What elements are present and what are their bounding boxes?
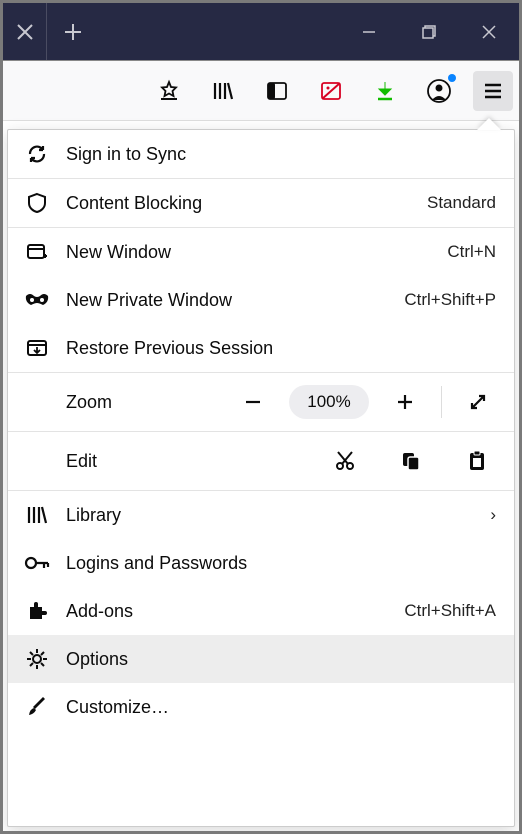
bookmark-star-button[interactable] bbox=[149, 71, 189, 111]
menu-new-window[interactable]: New Window Ctrl+N bbox=[8, 228, 514, 276]
edit-label: Edit bbox=[66, 451, 186, 472]
plus-icon bbox=[63, 22, 83, 42]
edit-controls bbox=[186, 446, 500, 476]
cut-button[interactable] bbox=[330, 446, 360, 476]
new-tab-button[interactable] bbox=[47, 3, 99, 60]
menu-zoom-row: Zoom 100% bbox=[8, 373, 514, 431]
menu-content-blocking-value: Standard bbox=[427, 193, 496, 213]
close-icon bbox=[480, 23, 498, 41]
copy-icon bbox=[400, 450, 422, 472]
menu-edit-row: Edit bbox=[8, 432, 514, 490]
menu-content-blocking-label: Content Blocking bbox=[66, 193, 427, 214]
download-arrow-icon bbox=[373, 79, 397, 103]
image-blocked-icon bbox=[319, 79, 343, 103]
menu-content-blocking[interactable]: Content Blocking Standard bbox=[8, 179, 514, 227]
copy-button[interactable] bbox=[396, 446, 426, 476]
fullscreen-icon bbox=[468, 392, 488, 412]
brush-icon bbox=[22, 695, 52, 719]
close-icon bbox=[16, 23, 34, 41]
menu-logins[interactable]: Logins and Passwords bbox=[8, 539, 514, 587]
menu-new-window-label: New Window bbox=[66, 242, 447, 263]
download-button[interactable] bbox=[365, 71, 405, 111]
key-icon bbox=[22, 554, 52, 572]
chevron-right-icon: › bbox=[490, 505, 496, 525]
clipboard-icon bbox=[466, 450, 488, 472]
menu-sync[interactable]: Sign in to Sync bbox=[8, 130, 514, 178]
account-button[interactable] bbox=[419, 71, 459, 111]
fullscreen-button[interactable] bbox=[456, 383, 500, 421]
menu-customize[interactable]: Customize… bbox=[8, 683, 514, 731]
account-icon bbox=[426, 78, 452, 104]
gear-icon bbox=[22, 647, 52, 671]
toolbar bbox=[3, 61, 519, 121]
menu-new-window-shortcut: Ctrl+N bbox=[447, 242, 496, 262]
menu-private-window-shortcut: Ctrl+Shift+P bbox=[404, 290, 496, 310]
window-controls bbox=[339, 3, 519, 60]
plus-icon bbox=[395, 392, 415, 412]
menu-addons[interactable]: Add-ons Ctrl+Shift+A bbox=[8, 587, 514, 635]
menu-private-window[interactable]: New Private Window Ctrl+Shift+P bbox=[8, 276, 514, 324]
zoom-controls: 100% bbox=[186, 383, 500, 421]
close-window-button[interactable] bbox=[459, 3, 519, 60]
restore-icon bbox=[22, 336, 52, 360]
titlebar-left bbox=[3, 3, 99, 60]
separator bbox=[441, 386, 442, 418]
library-button[interactable] bbox=[203, 71, 243, 111]
minimize-icon bbox=[361, 24, 377, 40]
notification-dot-icon bbox=[448, 74, 456, 82]
menu-customize-label: Customize… bbox=[66, 697, 496, 718]
sync-icon bbox=[22, 142, 52, 166]
hamburger-icon bbox=[482, 80, 504, 102]
menu-private-window-label: New Private Window bbox=[66, 290, 404, 311]
menu-restore-label: Restore Previous Session bbox=[66, 338, 496, 359]
paste-button[interactable] bbox=[462, 446, 492, 476]
maximize-icon bbox=[421, 24, 437, 40]
zoom-value[interactable]: 100% bbox=[289, 385, 369, 419]
minus-icon bbox=[243, 392, 263, 412]
scissors-icon bbox=[334, 450, 356, 472]
hamburger-menu-button[interactable] bbox=[473, 71, 513, 111]
menu-arrow bbox=[477, 118, 501, 130]
zoom-in-button[interactable] bbox=[383, 383, 427, 421]
browser-window: Sign in to Sync Content Blocking Standar… bbox=[0, 0, 522, 834]
sidebar-icon bbox=[265, 79, 289, 103]
menu-addons-label: Add-ons bbox=[66, 601, 404, 622]
zoom-label: Zoom bbox=[66, 392, 186, 413]
menu-logins-label: Logins and Passwords bbox=[66, 553, 496, 574]
menu-options-label: Options bbox=[66, 649, 496, 670]
menu-restore-session[interactable]: Restore Previous Session bbox=[8, 324, 514, 372]
titlebar bbox=[3, 3, 519, 61]
sidebar-button[interactable] bbox=[257, 71, 297, 111]
menu-options[interactable]: Options bbox=[8, 635, 514, 683]
close-tab-button[interactable] bbox=[3, 3, 47, 60]
window-plus-icon bbox=[22, 240, 52, 264]
library-icon bbox=[211, 79, 235, 103]
library-icon bbox=[22, 503, 52, 527]
shield-icon bbox=[22, 191, 52, 215]
blocked-icon-button[interactable] bbox=[311, 71, 351, 111]
puzzle-icon bbox=[22, 599, 52, 623]
star-tray-icon bbox=[157, 79, 181, 103]
menu-library[interactable]: Library › bbox=[8, 491, 514, 539]
menu-library-label: Library bbox=[66, 505, 490, 526]
mask-icon bbox=[22, 292, 52, 308]
maximize-button[interactable] bbox=[399, 3, 459, 60]
menu-addons-shortcut: Ctrl+Shift+A bbox=[404, 601, 496, 621]
zoom-out-button[interactable] bbox=[231, 383, 275, 421]
app-menu: Sign in to Sync Content Blocking Standar… bbox=[7, 129, 515, 827]
menu-sync-label: Sign in to Sync bbox=[66, 144, 496, 165]
minimize-button[interactable] bbox=[339, 3, 399, 60]
